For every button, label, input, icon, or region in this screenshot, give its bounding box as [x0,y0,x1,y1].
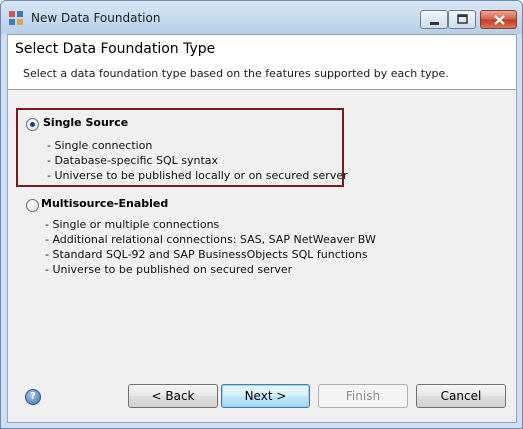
wizard-header: Select Data Foundation Type Select a dat… [8,35,516,90]
feature-item: - Standard SQL-92 and SAP BusinessObject… [45,248,368,261]
multisource-label[interactable]: Multisource-Enabled [41,197,168,210]
dialog-window: New Data Foundation Select Data Foundati… [0,0,523,429]
option-single-source[interactable]: Single Source - Single connection - Data… [16,108,348,187]
maximize-button[interactable] [448,10,476,29]
single-source-radio[interactable] [26,118,39,131]
help-icon[interactable]: ? [25,389,41,405]
feature-item: - Universe to be published locally or on… [47,169,348,182]
multisource-radio[interactable] [26,199,39,212]
minimize-button[interactable] [420,10,448,29]
back-button[interactable]: < Back [128,384,218,408]
data-foundation-app-icon [9,11,23,25]
window-title: New Data Foundation [31,11,161,25]
finish-button[interactable]: Finish [318,384,408,408]
feature-item: - Additional relational connections: SAS… [45,233,376,246]
feature-item: - Single or multiple connections [45,218,220,231]
single-source-label[interactable]: Single Source [43,116,128,129]
minimize-icon [430,22,439,25]
title-bar[interactable]: New Data Foundation [1,1,522,34]
page-subtitle: Select a data foundation type based on t… [23,67,449,80]
close-icon [494,15,505,25]
page-title: Select Data Foundation Type [15,41,216,57]
dialog-body: Select Data Foundation Type Select a dat… [7,34,517,423]
feature-item: - Universe to be published on secured se… [45,263,293,276]
feature-item: - Single connection [47,139,153,152]
multisource-features: - Single or multiple connections - Addit… [45,217,376,277]
maximize-icon [457,14,468,24]
option-multisource-enabled[interactable]: Multisource-Enabled - Single or multiple… [16,195,416,285]
next-button[interactable]: Next > [221,384,310,408]
cancel-button[interactable]: Cancel [416,384,506,408]
feature-item: - Database-specific SQL syntax [47,154,219,167]
close-button[interactable] [480,10,517,29]
single-source-features: - Single connection - Database-specific … [47,138,348,183]
